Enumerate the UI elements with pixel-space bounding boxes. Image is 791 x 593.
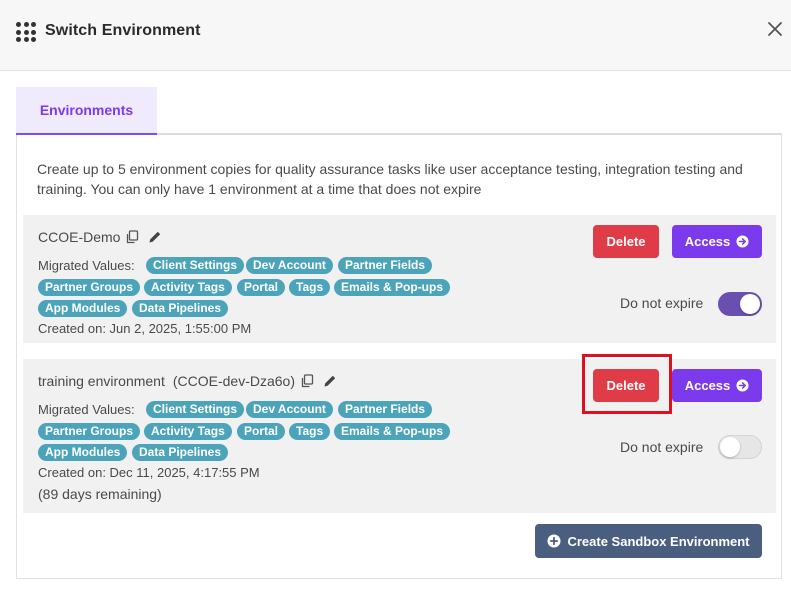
tag-dev-account: Dev Account <box>246 257 333 274</box>
tag-dev-account: Dev Account <box>246 401 333 418</box>
environment-name-label: CCOE-Demo <box>38 229 121 245</box>
tag-partner-groups: Partner Groups <box>38 279 141 296</box>
tag-partner-fields: Partner Fields <box>338 257 433 274</box>
created-on: Created on: Jun 2, 2025, 1:55:00 PM <box>38 321 252 336</box>
tab-bar: Environments <box>16 87 782 135</box>
plus-circle-icon <box>547 534 561 548</box>
description-text: Create up to 5 environment copies for qu… <box>37 161 743 197</box>
tag-app-modules: App Modules <box>38 300 128 317</box>
access-button-label: Access <box>684 234 731 249</box>
pencil-icon[interactable] <box>148 230 162 244</box>
tag-activity-tags: Activity Tags <box>144 279 232 296</box>
do-not-expire-label: Do not expire <box>620 439 704 455</box>
tag-client-settings: Client Settings <box>146 401 245 418</box>
tag-data-pipelines: Data Pipelines <box>132 444 229 461</box>
tag-partner-fields: Partner Fields <box>338 401 433 418</box>
tag-emails-popups: Emails & Pop-ups <box>334 279 451 296</box>
tag-emails-popups: Emails & Pop-ups <box>334 423 451 440</box>
migrated-values-label: Migrated Values: <box>38 258 135 273</box>
create-sandbox-environment-label: Create Sandbox Environment <box>567 533 750 549</box>
dialog-header: Switch Environment <box>0 0 791 71</box>
environment-name: CCOE-Demo <box>38 229 162 245</box>
tag-partner-groups: Partner Groups <box>38 423 141 440</box>
create-sandbox-environment-button[interactable]: Create Sandbox Environment <box>535 524 762 558</box>
tag-portal: Portal <box>237 279 286 296</box>
arrow-right-circle-icon <box>736 235 749 248</box>
do-not-expire-label: Do not expire <box>620 295 704 311</box>
environment-card: CCOE-Demo Migrated Values: Client Settin… <box>23 215 776 343</box>
days-remaining: (89 days remaining) <box>38 486 162 502</box>
tag-client-settings: Client Settings <box>146 257 245 274</box>
tag-tags: Tags <box>289 279 331 296</box>
apps-grid-icon <box>16 22 36 42</box>
environment-name-label: training environment <box>38 373 165 389</box>
delete-button-highlight <box>582 354 672 414</box>
tag-portal: Portal <box>237 423 286 440</box>
delete-button[interactable]: Delete <box>593 225 659 258</box>
copy-icon[interactable] <box>125 230 139 244</box>
tag-data-pipelines: Data Pipelines <box>132 300 229 317</box>
environment-id: (CCOE-dev-Dza6o) <box>172 373 295 389</box>
do-not-expire-toggle[interactable] <box>718 435 762 459</box>
access-button[interactable]: Access <box>672 369 762 402</box>
copy-icon[interactable] <box>300 374 314 388</box>
access-button[interactable]: Access <box>672 225 762 258</box>
tag-tags: Tags <box>289 423 331 440</box>
migrated-values-label: Migrated Values: <box>38 402 135 417</box>
environment-name: training environment (CCOE-dev-Dza6o) <box>38 373 337 389</box>
access-button-label: Access <box>684 378 731 393</box>
close-icon[interactable] <box>765 19 785 39</box>
tab-environments[interactable]: Environments <box>16 87 157 135</box>
pencil-icon[interactable] <box>323 374 337 388</box>
tag-activity-tags: Activity Tags <box>144 423 232 440</box>
tag-app-modules: App Modules <box>38 444 128 461</box>
dialog-title: Switch Environment <box>45 22 201 39</box>
arrow-right-circle-icon <box>736 379 749 392</box>
do-not-expire-toggle[interactable] <box>718 292 762 316</box>
environments-panel: Create up to 5 environment copies for qu… <box>16 135 782 579</box>
created-on: Created on: Dec 11, 2025, 4:17:55 PM <box>38 465 260 480</box>
